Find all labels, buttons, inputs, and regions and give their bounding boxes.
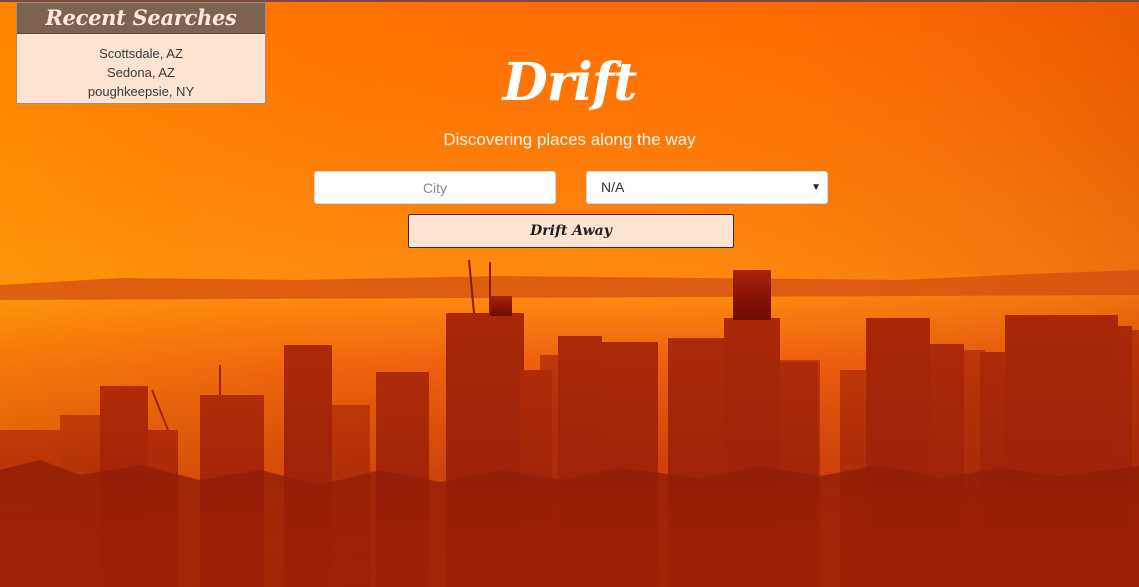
city-input[interactable] bbox=[314, 171, 556, 204]
drift-away-button[interactable]: Drift Away bbox=[408, 214, 734, 248]
state-select-value: N/A bbox=[601, 179, 625, 195]
recent-searches-title: Recent Searches bbox=[17, 3, 265, 34]
chevron-down-icon: ▼ bbox=[811, 182, 821, 193]
brand-logo: Drift bbox=[502, 52, 638, 113]
state-select[interactable]: N/A ▼ bbox=[586, 171, 828, 204]
tagline: Discovering places along the way bbox=[443, 130, 696, 149]
